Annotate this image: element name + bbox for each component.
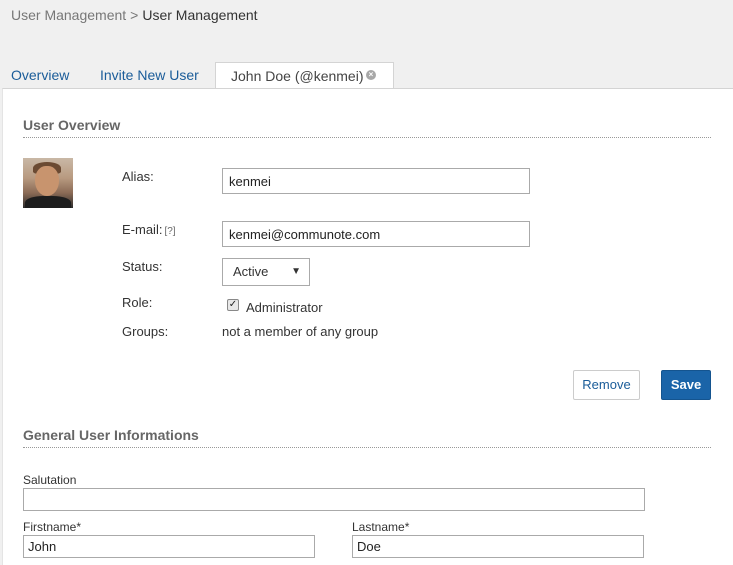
administrator-checkbox[interactable]: ✓ — [227, 299, 239, 311]
email-label-text: E-mail: — [122, 222, 163, 237]
tab-overview[interactable]: Overview — [11, 62, 69, 88]
status-label: Status: — [122, 259, 163, 274]
status-select[interactable]: Active ▼ — [222, 258, 310, 286]
lastname-label: Lastname* — [352, 520, 410, 534]
role-label: Role: — [122, 295, 153, 310]
section-divider — [23, 447, 711, 448]
tab-invite-new-user[interactable]: Invite New User — [100, 62, 199, 88]
tab-user-detail[interactable]: John Doe (@kenmei) × — [215, 62, 394, 89]
email-help-link[interactable]: [?] — [164, 226, 175, 237]
avatar — [23, 158, 73, 208]
salutation-label: Salutation — [23, 473, 77, 487]
general-info-title: General User Informations — [23, 427, 199, 443]
breadcrumb-current: User Management — [142, 7, 258, 23]
groups-value: not a member of any group — [222, 324, 379, 339]
save-button[interactable]: Save — [661, 370, 711, 400]
breadcrumb-separator: > — [130, 7, 139, 23]
administrator-checkbox-label: Administrator — [246, 300, 323, 315]
groups-label: Groups: — [122, 324, 169, 339]
avatar-face — [35, 166, 59, 196]
remove-button[interactable]: Remove — [573, 370, 640, 400]
section-divider — [23, 137, 711, 138]
firstname-input[interactable] — [23, 535, 315, 558]
alias-label: Alias: — [122, 169, 154, 184]
email-label: E-mail: [?] — [122, 222, 176, 237]
main-panel: User Overview Alias: E-mail:[?] Status: … — [2, 88, 733, 565]
breadcrumb-parent[interactable]: User Management — [11, 7, 126, 23]
salutation-input[interactable] — [23, 488, 645, 511]
avatar-shirt — [25, 196, 71, 208]
breadcrumb: User Management > User Management — [11, 7, 258, 23]
status-selected-value: Active — [233, 264, 269, 279]
user-overview-title: User Overview — [23, 117, 121, 133]
email-input[interactable] — [222, 221, 530, 247]
firstname-label: Firstname* — [23, 520, 82, 534]
tab-user-detail-label: John Doe (@kenmei) — [231, 68, 364, 84]
tab-bar: Overview Invite New User John Doe (@kenm… — [0, 62, 733, 89]
alias-input[interactable] — [222, 168, 530, 194]
lastname-input[interactable] — [352, 535, 644, 558]
dropdown-arrow-icon: ▼ — [291, 266, 301, 277]
close-circle-icon[interactable]: × — [366, 70, 376, 80]
